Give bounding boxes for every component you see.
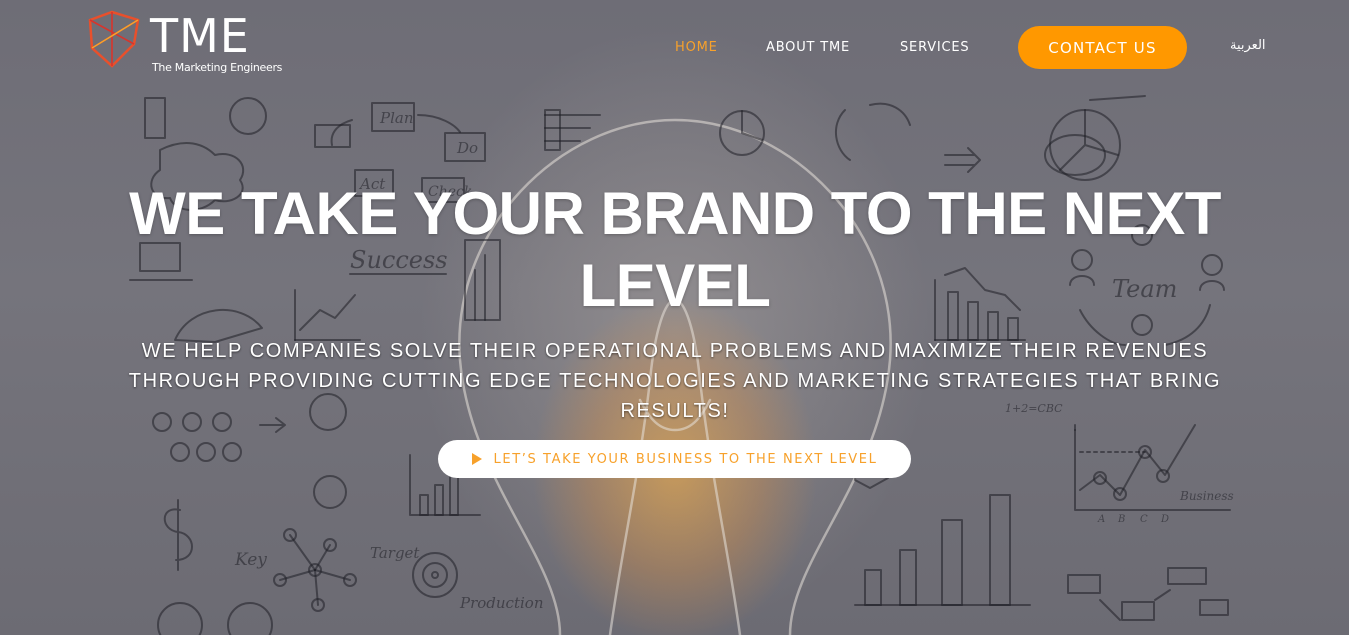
play-icon (471, 453, 482, 465)
background-axis-letter-b: B (1117, 514, 1125, 525)
background-word-production: Production (459, 594, 543, 612)
cta-label: LET’S TAKE YOUR BUSINESS TO THE NEXT LEV… (493, 451, 878, 467)
tme-logo-icon (88, 10, 140, 68)
background-word-plan: Plan (379, 109, 414, 127)
brand-tagline: The Marketing Engineers (152, 61, 283, 74)
contact-us-button[interactable]: CONTACT US (1018, 26, 1187, 69)
brand-name: TME (150, 9, 250, 63)
background-axis-letter-a: A (1097, 514, 1105, 525)
background-word-target: Target (370, 544, 420, 562)
background-axis-letter-d: D (1160, 514, 1169, 525)
hero-subheadline: WE HELP COMPANIES SOLVE THEIR OPERATIONA… (128, 340, 1222, 422)
hero-headline: WE TAKE YOUR BRAND TO THE NEXT LEVEL (129, 180, 1221, 319)
nav-about-tme[interactable]: ABOUT TME (766, 40, 850, 55)
background-word-business: Business (1179, 489, 1234, 503)
background-word-do: Do (456, 139, 478, 157)
background-word-key: Key (234, 550, 267, 570)
background-axis-letter-c: C (1140, 514, 1148, 525)
site-logo[interactable]: TME The Marketing Engineers (82, 8, 292, 80)
nav-home[interactable]: HOME (675, 40, 718, 55)
cta-next-level-button[interactable]: LET’S TAKE YOUR BUSINESS TO THE NEXT LEV… (438, 440, 911, 478)
language-switch-arabic[interactable]: العربية (1230, 38, 1266, 53)
site-header: TME The Marketing Engineers HOME ABOUT T… (0, 0, 1349, 95)
nav-services[interactable]: SERVICES (900, 40, 969, 55)
